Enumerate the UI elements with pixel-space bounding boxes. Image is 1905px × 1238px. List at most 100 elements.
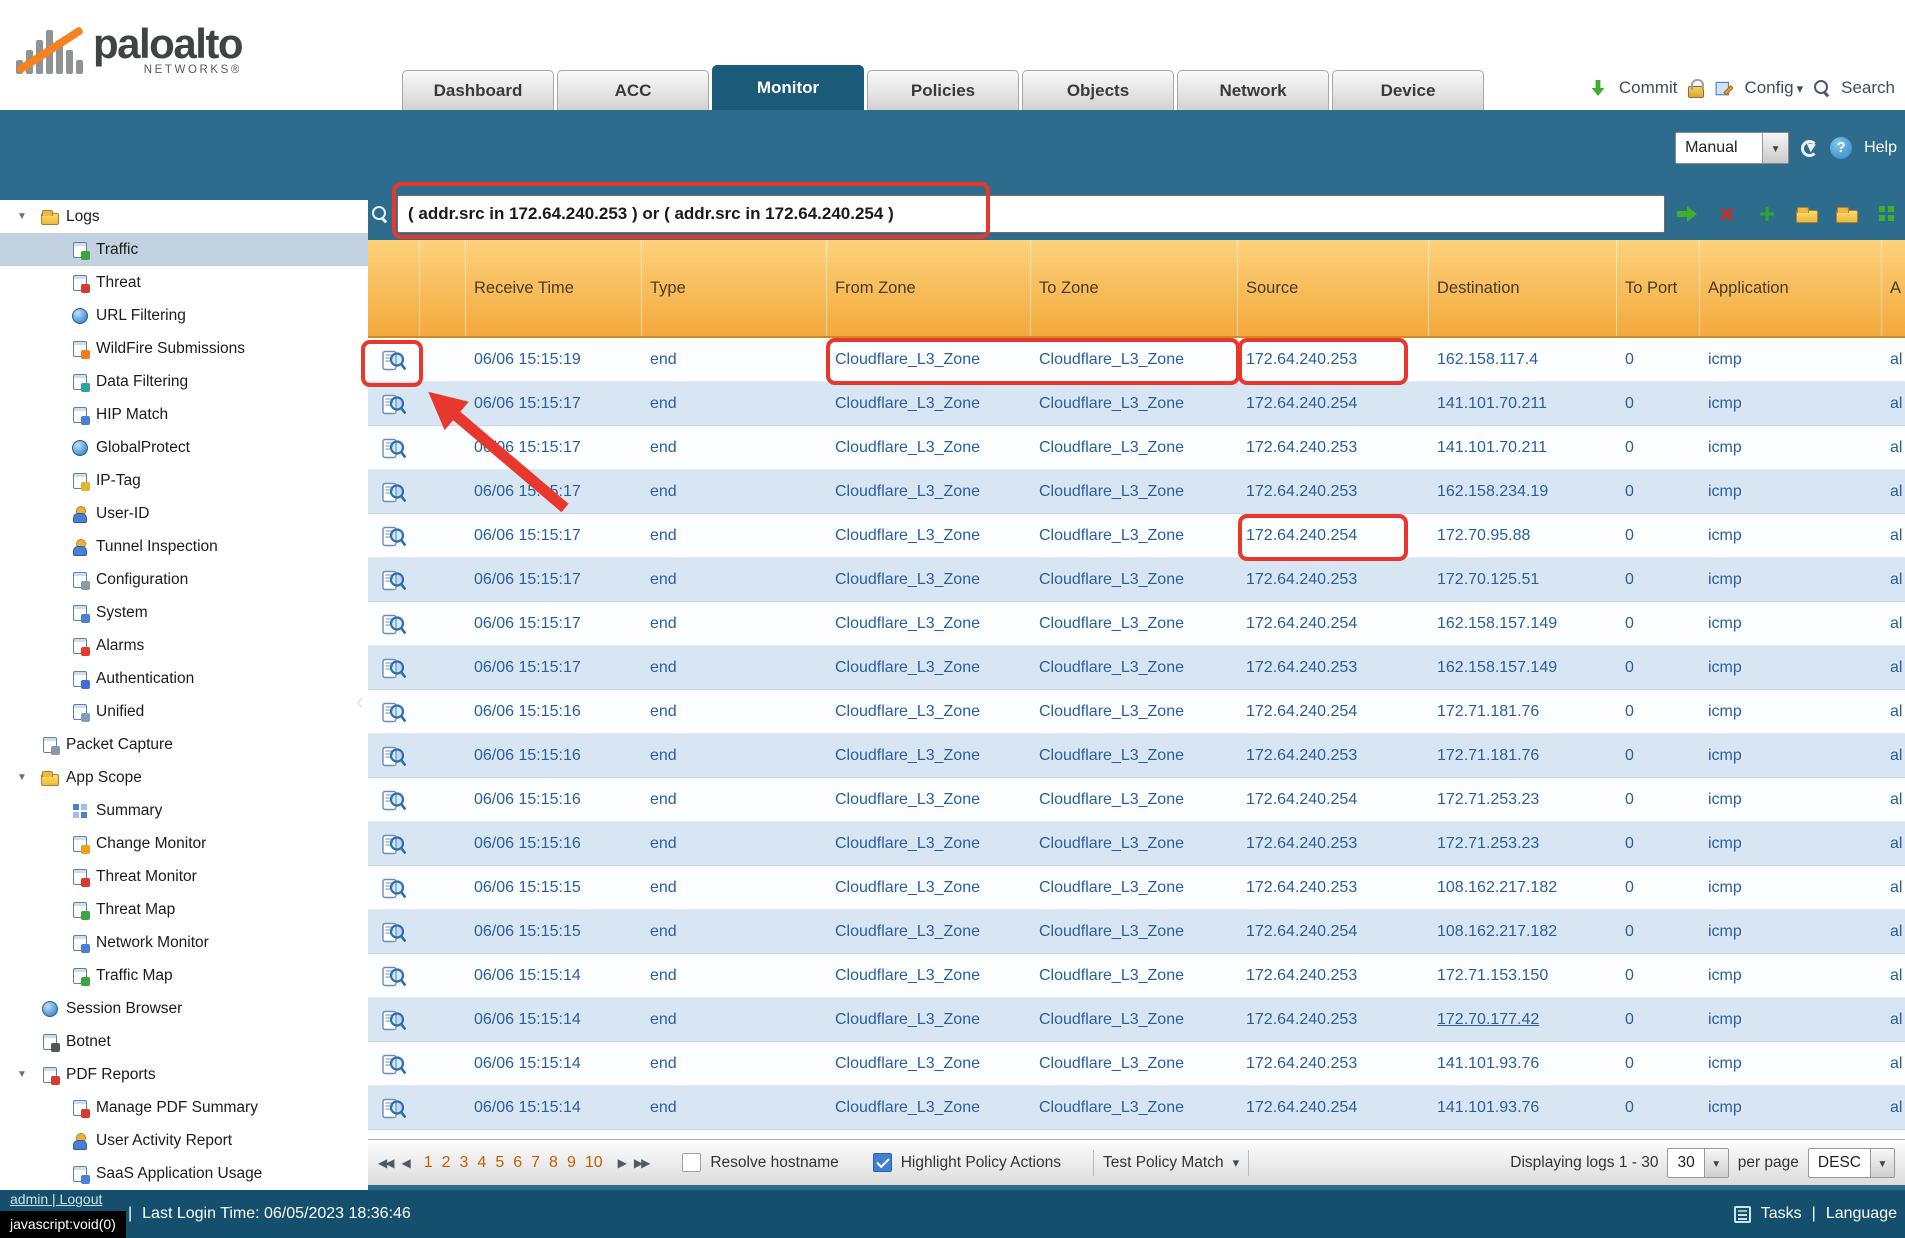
sidebar-item-threat[interactable]: Threat xyxy=(0,266,368,299)
sidebar-item-change-monitor[interactable]: Change Monitor xyxy=(0,827,368,860)
column-header-from-zone[interactable]: From Zone xyxy=(826,240,1030,336)
chevron-down-icon[interactable] xyxy=(1870,1149,1894,1177)
tab-network[interactable]: Network xyxy=(1177,70,1329,110)
log-detail-icon[interactable] xyxy=(382,570,406,591)
sidebar-item-traffic[interactable]: Traffic xyxy=(0,233,368,266)
sidebar-item-globalprotect[interactable]: GlobalProtect xyxy=(0,431,368,464)
tab-policies[interactable]: Policies xyxy=(867,70,1019,110)
log-detail-icon[interactable] xyxy=(382,526,406,547)
lock-icon[interactable] xyxy=(1688,86,1704,98)
column-header-receive-time[interactable]: Receive Time xyxy=(465,240,641,336)
log-detail-icon[interactable] xyxy=(382,614,406,635)
tab-device[interactable]: Device xyxy=(1332,70,1484,110)
config-menu-button[interactable]: Config xyxy=(1744,78,1803,98)
load-filter-button[interactable] xyxy=(1834,201,1860,227)
sidebar-item-tunnel-inspection[interactable]: Tunnel Inspection xyxy=(0,530,368,563)
log-detail-icon[interactable] xyxy=(382,966,406,987)
page-number[interactable]: 3 xyxy=(460,1154,469,1172)
test-policy-match-button[interactable]: Test Policy Match xyxy=(1103,1154,1239,1172)
sidebar-item-wildfire-submissions[interactable]: WildFire Submissions xyxy=(0,332,368,365)
log-detail-icon[interactable] xyxy=(382,658,406,679)
log-detail-icon[interactable] xyxy=(382,1010,406,1031)
sidebar-item-logs[interactable]: ▼ Logs xyxy=(0,200,368,233)
page-number[interactable]: 4 xyxy=(477,1154,486,1172)
tab-acc[interactable]: ACC xyxy=(557,70,709,110)
sidebar-item-packet-capture[interactable]: Packet Capture xyxy=(0,728,368,761)
page-number[interactable]: 8 xyxy=(549,1154,558,1172)
sidebar-item-alarms[interactable]: Alarms xyxy=(0,629,368,662)
tab-objects[interactable]: Objects xyxy=(1022,70,1174,110)
sidebar-item-manage-pdf-summary[interactable]: Manage PDF Summary xyxy=(0,1091,368,1124)
page-number[interactable]: 2 xyxy=(442,1154,451,1172)
tab-monitor[interactable]: Monitor xyxy=(712,65,864,110)
log-detail-icon[interactable] xyxy=(382,834,406,855)
column-header-source[interactable]: Source xyxy=(1237,240,1428,336)
log-detail-icon[interactable] xyxy=(382,1054,406,1075)
chevron-down-icon[interactable] xyxy=(1762,133,1788,163)
log-detail-icon[interactable] xyxy=(382,350,406,371)
column-header-a[interactable]: A xyxy=(1881,240,1905,336)
sidebar-item-system[interactable]: System xyxy=(0,596,368,629)
sidebar-item-user-id[interactable]: User-ID xyxy=(0,497,368,530)
log-detail-icon[interactable] xyxy=(382,702,406,723)
clear-filter-button[interactable]: × xyxy=(1714,201,1740,227)
sidebar-item-user-activity-report[interactable]: User Activity Report xyxy=(0,1124,368,1157)
per-page-select[interactable]: 30 xyxy=(1667,1148,1728,1178)
sidebar-item-saas-application-usage[interactable]: SaaS Application Usage xyxy=(0,1157,368,1190)
page-number[interactable]: 6 xyxy=(513,1154,522,1172)
page-number[interactable]: 5 xyxy=(495,1154,504,1172)
resolve-hostname-checkbox[interactable] xyxy=(682,1153,701,1172)
sidebar-item-botnet[interactable]: Botnet xyxy=(0,1025,368,1058)
sidebar-item-traffic-map[interactable]: Traffic Map xyxy=(0,959,368,992)
admin-logout-links[interactable]: admin | Logout xyxy=(10,1191,102,1207)
chevron-down-icon[interactable] xyxy=(1704,1149,1728,1177)
column-header-type[interactable]: Type xyxy=(641,240,826,336)
column-header[interactable] xyxy=(419,240,465,336)
page-number[interactable]: 9 xyxy=(567,1154,576,1172)
previous-page-button[interactable] xyxy=(401,1156,408,1170)
column-header-destination[interactable]: Destination xyxy=(1428,240,1616,336)
sidebar-item-authentication[interactable]: Authentication xyxy=(0,662,368,695)
log-detail-icon[interactable] xyxy=(382,746,406,767)
highlight-policy-actions-checkbox[interactable] xyxy=(873,1153,892,1172)
column-header-to-port[interactable]: To Port xyxy=(1616,240,1699,336)
log-detail-icon[interactable] xyxy=(382,482,406,503)
sidebar-item-pdf-reports[interactable]: ▼ PDF Reports xyxy=(0,1058,368,1091)
sidebar-item-summary[interactable]: Summary xyxy=(0,794,368,827)
column-header[interactable] xyxy=(368,240,419,336)
last-page-button[interactable] xyxy=(634,1156,648,1170)
search-button[interactable]: Search xyxy=(1841,78,1895,98)
log-detail-icon[interactable] xyxy=(382,1098,406,1119)
add-filter-button[interactable]: + xyxy=(1754,201,1780,227)
column-header-to-zone[interactable]: To Zone xyxy=(1030,240,1237,336)
commit-button[interactable]: Commit xyxy=(1619,78,1678,98)
log-detail-icon[interactable] xyxy=(382,438,406,459)
refresh-mode-select[interactable]: Manual xyxy=(1675,132,1789,164)
sidebar-item-threat-map[interactable]: Threat Map xyxy=(0,893,368,926)
next-page-button[interactable] xyxy=(618,1156,625,1170)
sidebar-collapse-handle[interactable]: ‹ xyxy=(356,688,364,716)
save-filter-button[interactable] xyxy=(1794,201,1820,227)
sidebar-item-session-browser[interactable]: Session Browser xyxy=(0,992,368,1025)
log-detail-icon[interactable] xyxy=(382,790,406,811)
apply-filter-button[interactable] xyxy=(1674,201,1700,227)
expander-icon[interactable]: ▼ xyxy=(10,211,34,222)
expander-icon[interactable]: ▼ xyxy=(10,772,34,783)
expander-icon[interactable]: ▼ xyxy=(10,1069,34,1080)
refresh-icon[interactable] xyxy=(1801,140,1818,157)
sidebar-item-unified[interactable]: Unified xyxy=(0,695,368,728)
sidebar-item-network-monitor[interactable]: Network Monitor xyxy=(0,926,368,959)
help-icon[interactable]: ? xyxy=(1830,137,1852,159)
help-label[interactable]: Help xyxy=(1864,139,1897,157)
sort-order-select[interactable]: DESC xyxy=(1808,1148,1895,1178)
page-number[interactable]: 1 xyxy=(424,1154,433,1172)
log-detail-icon[interactable] xyxy=(382,394,406,415)
page-number[interactable]: 10 xyxy=(585,1154,603,1172)
first-page-button[interactable] xyxy=(378,1156,392,1170)
tasks-button[interactable]: Tasks xyxy=(1761,1205,1802,1223)
sidebar-item-configuration[interactable]: Configuration xyxy=(0,563,368,596)
log-detail-icon[interactable] xyxy=(382,922,406,943)
page-number[interactable]: 7 xyxy=(531,1154,540,1172)
sidebar-item-ip-tag[interactable]: IP-Tag xyxy=(0,464,368,497)
sidebar-item-threat-monitor[interactable]: Threat Monitor xyxy=(0,860,368,893)
